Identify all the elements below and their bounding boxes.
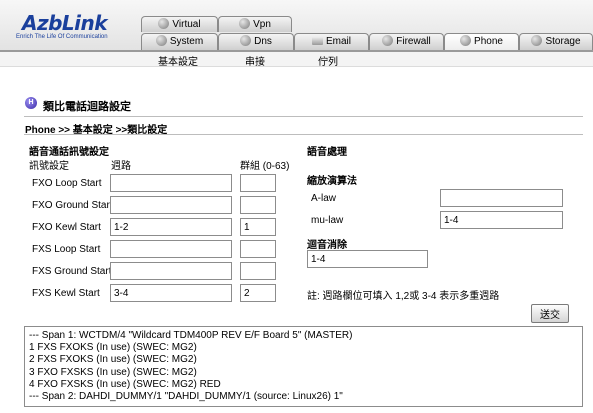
- fxs-loop-start-group-input[interactable]: [240, 240, 276, 258]
- tab-storage-label: Storage: [545, 36, 581, 47]
- group-column-header: 群組 (0-63): [240, 161, 290, 172]
- title-divider: [24, 116, 583, 117]
- tab-storage[interactable]: Storage: [519, 33, 593, 50]
- channel-status-log[interactable]: --- Span 1: WCTDM/4 "Wildcard TDM400P RE…: [24, 326, 583, 407]
- fxs-kewl-start-port-input[interactable]: [110, 284, 232, 302]
- subnav-basic-settings[interactable]: 基本設定: [158, 53, 198, 68]
- fxo-ground-start-port-input[interactable]: [110, 196, 232, 214]
- tab-email[interactable]: Email: [294, 33, 369, 50]
- voice-section-title: 語音處理: [307, 147, 347, 158]
- fxo-loop-start-label: FXO Loop Start: [32, 178, 102, 189]
- fxo-ground-start-group-input[interactable]: [240, 196, 276, 214]
- fxo-loop-start-group-input[interactable]: [240, 174, 276, 192]
- globe-icon: [240, 35, 252, 46]
- globe-icon: [531, 35, 543, 46]
- fxo-ground-start-label: FXO Ground Start: [32, 200, 113, 211]
- tab-vpn[interactable]: Vpn: [218, 16, 292, 32]
- sub-navigation: 基本設定 串接 佇列: [0, 52, 593, 68]
- signaling-section-title: 語音通話訊號設定: [29, 147, 109, 158]
- subnav-trunk[interactable]: 串接: [245, 53, 265, 68]
- fxo-kewl-start-group-input[interactable]: [240, 218, 276, 236]
- echo-cancel-input[interactable]: [307, 250, 428, 268]
- page-title: 類比電話迴路設定: [43, 101, 131, 113]
- fxo-kewl-start-label: FXO Kewl Start: [32, 222, 101, 233]
- tab-firewall[interactable]: Firewall: [369, 33, 444, 50]
- fxs-ground-start-port-input[interactable]: [110, 262, 232, 280]
- log-line: 2 FXS FXOKS (In use) (SWEC: MG2): [29, 354, 197, 366]
- fxs-kewl-start-group-input[interactable]: [240, 284, 276, 302]
- port-column-header: 週路: [111, 161, 131, 172]
- tab-phone-label: Phone: [474, 36, 503, 47]
- alaw-input[interactable]: [440, 189, 563, 207]
- alaw-label: A-law: [311, 193, 337, 204]
- globe-icon: [239, 18, 251, 29]
- log-line: 4 FXO FXSKS (In use) (SWEC: MG2) RED: [29, 378, 221, 390]
- tab-virtual-label: Virtual: [172, 19, 201, 30]
- tab-dns[interactable]: Dns: [218, 33, 294, 50]
- logo-brand-name: AzbLink: [22, 11, 108, 35]
- breadcrumb-divider: [24, 134, 583, 135]
- log-line: --- Span 2: DAHDI_DUMMY/1 "DAHDI_DUMMY/1…: [29, 391, 343, 403]
- globe-icon: [382, 35, 394, 46]
- fxs-kewl-start-label: FXS Kewl Start: [32, 288, 100, 299]
- globe-icon: [158, 18, 170, 29]
- tab-vpn-label: Vpn: [253, 19, 271, 30]
- globe-icon: [155, 35, 167, 46]
- tab-firewall-label: Firewall: [396, 36, 431, 47]
- logo-slogan: Enrich The Life Of Communication: [16, 34, 108, 40]
- port-format-note: 註: 週路欄位可填入 1,2或 3-4 表示多重週路: [307, 291, 500, 302]
- log-line: --- Span 1: WCTDM/4 "Wildcard TDM400P RE…: [29, 330, 353, 341]
- fxs-ground-start-group-input[interactable]: [240, 262, 276, 280]
- tab-dns-label: Dns: [254, 36, 272, 47]
- subnav-queue[interactable]: 佇列: [318, 53, 338, 68]
- tab-phone[interactable]: Phone: [444, 33, 519, 50]
- tab-virtual[interactable]: Virtual: [141, 16, 218, 32]
- fxo-loop-start-port-input[interactable]: [110, 174, 232, 192]
- mulaw-label: mu-law: [311, 215, 344, 226]
- tab-system[interactable]: System: [141, 33, 218, 50]
- fxs-loop-start-port-input[interactable]: [110, 240, 232, 258]
- mail-icon: [311, 37, 323, 45]
- fxo-kewl-start-port-input[interactable]: [110, 218, 232, 236]
- echo-cancel-title: 迴音消除: [307, 240, 347, 251]
- tab-system-label: System: [169, 36, 204, 47]
- azblink-logo[interactable]: AzbLink Enrich The Life Of Communication: [14, 10, 134, 42]
- info-icon: H: [25, 97, 37, 109]
- log-line: 1 FXS FXOKS (In use) (SWEC: MG2): [29, 342, 197, 354]
- header-bar: AzbLink Enrich The Life Of Communication…: [0, 0, 593, 52]
- mulaw-input[interactable]: [440, 211, 563, 229]
- fxs-ground-start-label: FXS Ground Start: [32, 266, 112, 277]
- companding-title: 縮放演算法: [307, 176, 357, 187]
- fxs-loop-start-label: FXS Loop Start: [32, 244, 101, 255]
- submit-button[interactable]: 送交: [531, 304, 569, 323]
- log-line: 3 FXO FXSKS (In use) (SWEC: MG2): [29, 366, 197, 378]
- globe-icon: [460, 35, 472, 46]
- tab-email-label: Email: [325, 36, 351, 47]
- signal-column-header: 訊號設定: [29, 161, 69, 172]
